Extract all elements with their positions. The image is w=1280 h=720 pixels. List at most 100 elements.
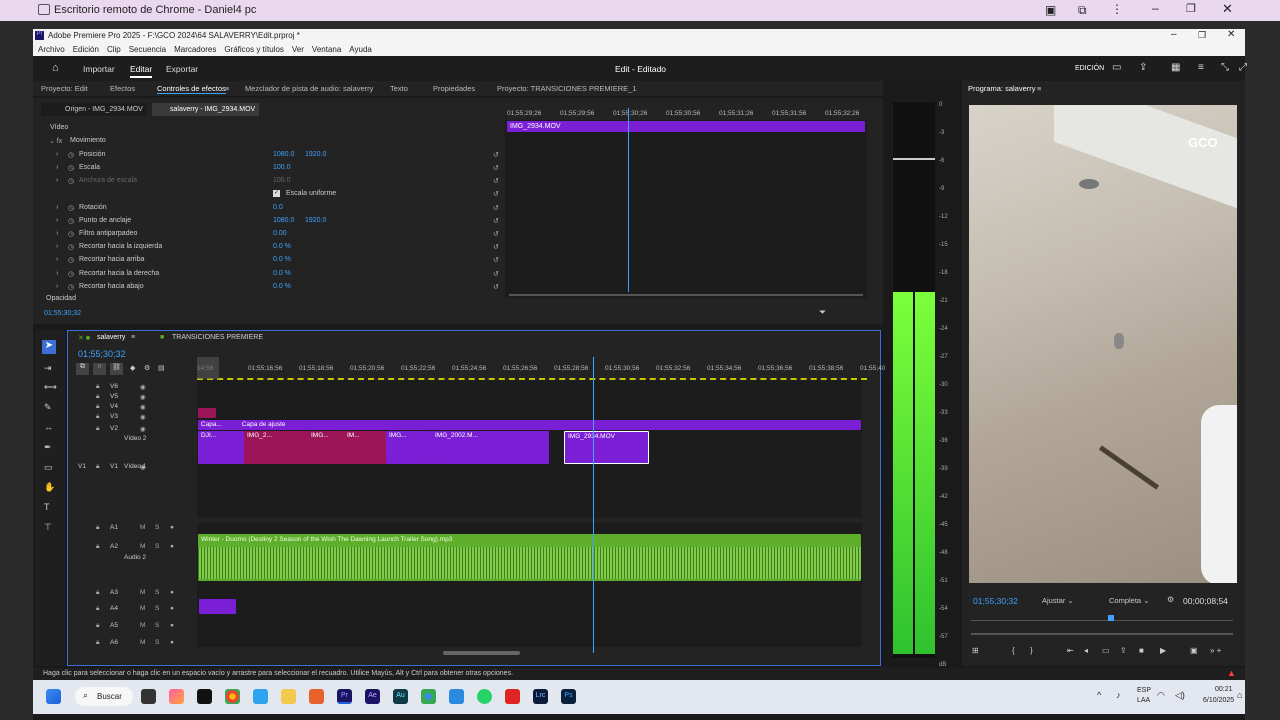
timeline-playhead[interactable]: [593, 357, 594, 653]
lock-icon[interactable]: 🔒︎: [96, 543, 99, 551]
clip-img-2[interactable]: IMG...: [308, 431, 344, 464]
search-expand-icon[interactable]: ⤡: [1221, 62, 1229, 73]
clip-img-1[interactable]: IMG_2...: [244, 431, 308, 464]
pr-maximize-icon[interactable]: ❐: [1198, 30, 1206, 41]
solo-button[interactable]: S: [155, 524, 159, 531]
export-frame-icon[interactable]: ⇪: [1120, 646, 1127, 655]
task-view-icon[interactable]: [141, 689, 156, 704]
clip-img-2934-selected[interactable]: IMG_2934.MOV: [564, 431, 649, 464]
mic-record-icon[interactable]: ●: [170, 589, 174, 596]
track-label[interactable]: A4: [110, 605, 118, 612]
uniform-scale-checkbox[interactable]: ✓: [273, 190, 280, 197]
file-explorer-icon[interactable]: [281, 689, 296, 704]
lock-icon[interactable]: 🔒︎: [96, 383, 99, 391]
settings-wrench-icon[interactable]: ⚙: [1167, 595, 1174, 604]
marker-icon[interactable]: ◆: [130, 364, 135, 372]
menu-item-3[interactable]: Secuencia: [129, 45, 166, 54]
lightroom-icon[interactable]: Lrc: [533, 689, 548, 704]
stopwatch-icon[interactable]: ◷: [68, 204, 74, 212]
mute-button[interactable]: M: [140, 605, 145, 612]
extension-icon[interactable]: ⧉: [1078, 3, 1087, 18]
mute-button[interactable]: M: [140, 639, 145, 646]
marker-btn-icon[interactable]: ⊞: [972, 646, 979, 655]
timeline-ruler[interactable]: 14;5601;55;16;5601;55;18;5601;55;20;5601…: [197, 360, 885, 380]
eye-icon[interactable]: ◉: [140, 413, 146, 421]
menu-item-4[interactable]: Marcadores: [174, 45, 216, 54]
mic-record-icon[interactable]: ●: [170, 639, 174, 646]
whatsapp-icon[interactable]: [477, 689, 492, 704]
list-icon[interactable]: ≡: [1198, 62, 1204, 73]
reset-icon[interactable]: ↺: [493, 190, 499, 198]
tab-menu-icon[interactable]: ≡: [225, 84, 229, 93]
reset-icon[interactable]: ↺: [493, 164, 499, 172]
wrench-icon[interactable]: ⚙: [144, 364, 150, 372]
captions-icon[interactable]: ▤: [158, 364, 165, 372]
stopwatch-icon[interactable]: ◷: [68, 151, 74, 159]
track-label[interactable]: V5: [110, 393, 118, 400]
step-back-icon[interactable]: ◂: [1084, 646, 1088, 655]
pr-minimize-icon[interactable]: –: [1171, 29, 1177, 40]
track-target-label[interactable]: V1: [78, 463, 86, 470]
menu-item-0[interactable]: Archivo: [38, 45, 65, 54]
lock-icon[interactable]: 🔒︎: [96, 589, 99, 597]
mute-button[interactable]: M: [140, 589, 145, 596]
share-icon[interactable]: ⇪: [1139, 62, 1147, 73]
tray-chevron-icon[interactable]: ^: [1097, 690, 1101, 700]
track-label[interactable]: A6: [110, 639, 118, 646]
timeline-h-scroll[interactable]: [443, 651, 520, 655]
reset-icon[interactable]: ↺: [493, 217, 499, 225]
media-player-icon[interactable]: [309, 689, 324, 704]
seq-menu-icon[interactable]: ≡: [131, 334, 135, 341]
stopwatch-icon[interactable]: ◷: [68, 230, 74, 238]
property-value-1[interactable]: 100.0: [273, 164, 291, 171]
ec-scrollbar[interactable]: [509, 294, 863, 296]
app-icon-1[interactable]: [253, 689, 268, 704]
track-label[interactable]: V4: [110, 403, 118, 410]
lock-icon[interactable]: 🔒︎: [96, 403, 99, 411]
panel-icon[interactable]: ▭: [1112, 62, 1121, 73]
home-icon[interactable]: ⌂: [52, 62, 59, 74]
lock-icon[interactable]: 🔒︎: [96, 524, 99, 532]
stopwatch-icon[interactable]: ◷: [68, 256, 74, 264]
clip-img-4[interactable]: IMG...: [386, 431, 432, 464]
property-value-2[interactable]: 1920.0: [305, 217, 326, 224]
stopwatch-icon[interactable]: ◷: [68, 283, 74, 291]
reset-icon[interactable]: ↺: [493, 230, 499, 238]
tab-effect-controls[interactable]: Controles de efectos: [157, 84, 226, 94]
program-ruler[interactable]: [971, 620, 1233, 621]
work-area-start[interactable]: [197, 357, 219, 379]
tab-text[interactable]: Texto: [390, 84, 408, 93]
transitions-seq-tab[interactable]: TRANSICIONES PREMIERE: [172, 334, 263, 341]
eye-icon[interactable]: ◉: [140, 393, 146, 401]
expand-arrow-icon[interactable]: ›: [56, 164, 58, 171]
menu-item-8[interactable]: Ayuda: [349, 45, 372, 54]
in-point-icon[interactable]: {: [1012, 646, 1015, 655]
expand-arrow-icon[interactable]: ›: [56, 270, 58, 277]
layout-icon[interactable]: ▦: [1171, 62, 1180, 73]
photos-icon[interactable]: [169, 689, 184, 704]
source-clip-selector[interactable]: Origen - IMG_2934.MOV: [41, 103, 147, 116]
property-value-1[interactable]: 0.0 %: [273, 256, 291, 263]
close-seq-icon[interactable]: ✕ ■: [78, 334, 90, 342]
track-label[interactable]: A2: [110, 543, 118, 550]
edit-tab[interactable]: Editar: [130, 64, 153, 78]
warning-icon[interactable]: ▲: [1227, 668, 1236, 678]
lang-2[interactable]: LAA: [1137, 697, 1150, 704]
chrome-icon[interactable]: [225, 689, 240, 704]
property-value-2[interactable]: 1920.0: [305, 151, 326, 158]
mic-record-icon[interactable]: ●: [170, 622, 174, 629]
selection-tool-icon[interactable]: ➤: [42, 340, 56, 354]
program-zoom-bar[interactable]: [971, 633, 1233, 635]
app-icon-3[interactable]: [505, 689, 520, 704]
clock-date[interactable]: 6/10/2025: [1203, 697, 1234, 704]
more-icon[interactable]: ⋮: [1111, 2, 1123, 16]
filter-icon[interactable]: ⏷: [819, 307, 826, 318]
linked-select-icon[interactable]: ⛓: [110, 363, 123, 375]
v4-clip[interactable]: [198, 408, 216, 418]
pr-close-icon[interactable]: ✕: [1227, 29, 1235, 40]
stopwatch-icon[interactable]: ◷: [68, 243, 74, 251]
lock-icon[interactable]: 🔒︎: [96, 639, 99, 647]
expand-arrow-icon[interactable]: ›: [56, 204, 58, 211]
reset-icon[interactable]: ↺: [493, 177, 499, 185]
solo-button[interactable]: S: [155, 543, 159, 550]
